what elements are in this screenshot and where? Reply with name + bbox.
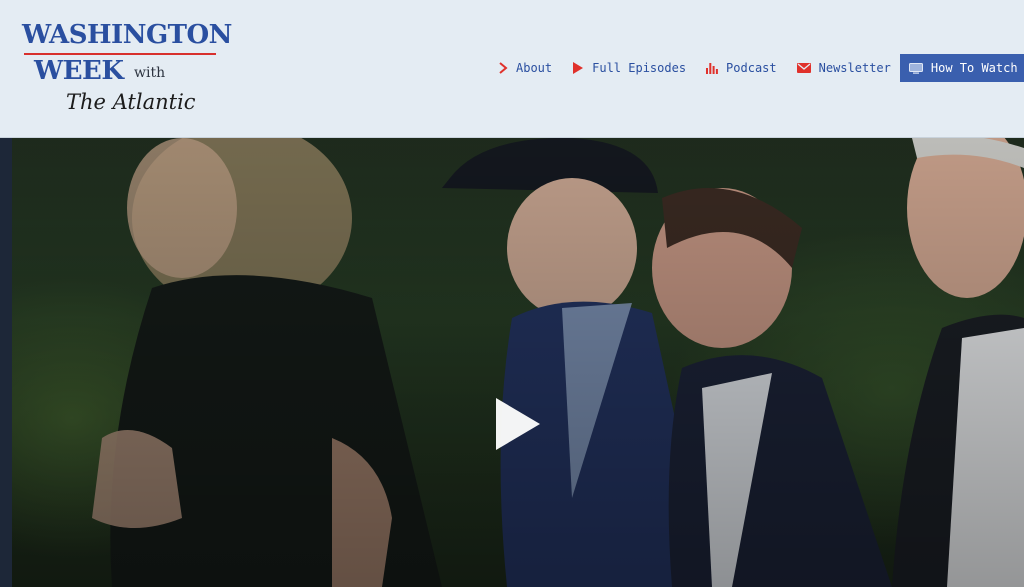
logo-line-week: WEEK <box>34 56 124 86</box>
logo-line-washington: WASHINGTON <box>22 20 232 50</box>
nav-item-label: Full Episodes <box>592 61 687 75</box>
nav-item-label: Podcast <box>726 61 777 75</box>
video-still-image <box>12 138 1024 587</box>
site-header: WASHINGTON WEEK with The Atlantic About … <box>0 0 1024 138</box>
envelope-icon <box>796 63 811 73</box>
main-nav: About Full Episodes Podcast Newsletter H… <box>498 54 1024 82</box>
logo-red-rule <box>24 53 216 55</box>
left-edge-bar <box>0 138 12 587</box>
site-logo[interactable]: WASHINGTON WEEK with The Atlantic <box>22 20 232 120</box>
nav-item-label: About <box>516 61 553 75</box>
nav-item-label: Newsletter <box>818 61 891 75</box>
tv-icon <box>908 62 923 74</box>
nav-item-full-episodes[interactable]: Full Episodes <box>572 61 686 75</box>
how-to-watch-label: How To Watch <box>930 61 1018 75</box>
nav-item-about[interactable]: About <box>498 61 552 75</box>
chevron-right-icon <box>498 62 508 74</box>
play-icon[interactable] <box>492 396 544 452</box>
nav-item-newsletter[interactable]: Newsletter <box>796 61 891 75</box>
how-to-watch-button[interactable]: How To Watch <box>899 54 1024 82</box>
play-icon <box>572 62 584 74</box>
video-player[interactable] <box>12 138 1024 587</box>
logo-with: with <box>134 65 166 81</box>
nav-item-podcast[interactable]: Podcast <box>706 61 777 75</box>
logo-partner: The Atlantic <box>66 90 196 114</box>
audio-bars-icon <box>706 62 718 74</box>
